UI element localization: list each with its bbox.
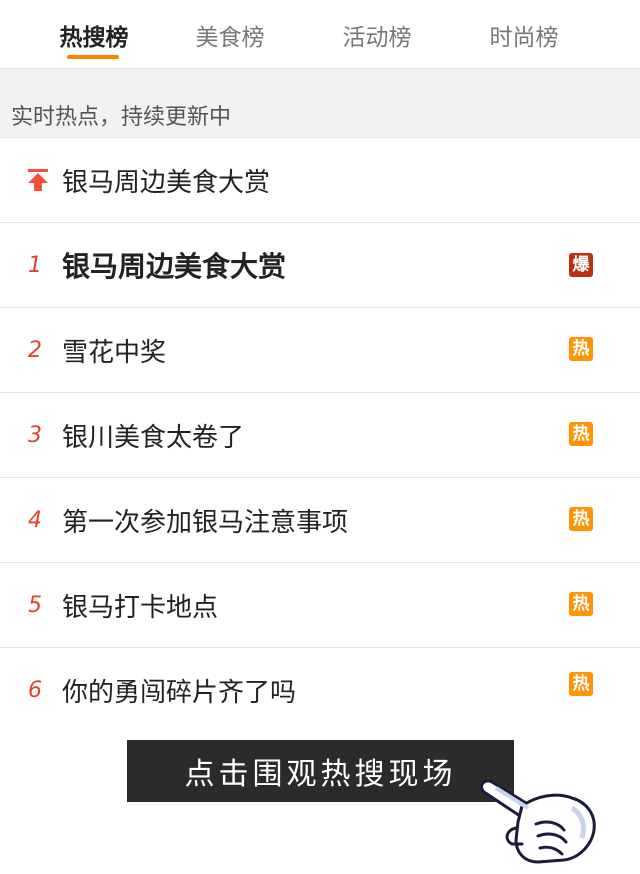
active-tab-indicator xyxy=(67,55,119,59)
item-title: 银马周边美食大赏 xyxy=(62,250,287,283)
pinned-item[interactable]: 银马周边美食大赏 xyxy=(0,138,640,223)
view-hot-search-button[interactable]: 点击围观热搜现场 xyxy=(127,740,514,802)
tab-hot-search[interactable]: 热搜榜 xyxy=(54,18,134,54)
list-item[interactable]: 4 第一次参加银马注意事项 热 xyxy=(0,478,640,563)
list-item[interactable]: 1 银马周边美食大赏 爆 xyxy=(0,223,640,308)
list-item[interactable]: 6 你的勇闯碎片齐了吗 热 xyxy=(0,648,640,733)
explosive-badge: 爆 xyxy=(569,253,593,277)
rank-number: 5 xyxy=(28,592,42,618)
tab-events[interactable]: 活动榜 xyxy=(337,18,417,54)
tab-food[interactable]: 美食榜 xyxy=(190,18,270,54)
list-subheader: 实时热点，持续更新中 xyxy=(0,68,640,138)
item-title: 雪花中奖 xyxy=(62,337,167,368)
tab-bar: 热搜榜 美食榜 活动榜 时尚榜 xyxy=(0,0,640,68)
subheader-text: 实时热点，持续更新中 xyxy=(11,105,232,130)
list-item[interactable]: 2 雪花中奖 热 xyxy=(0,308,640,393)
rank-number: 3 xyxy=(28,422,42,448)
rank-number: 1 xyxy=(28,252,42,278)
rank-number: 6 xyxy=(28,678,42,703)
hot-badge: 热 xyxy=(569,672,593,696)
hot-badge: 热 xyxy=(569,507,593,531)
item-title: 银川美食太卷了 xyxy=(62,422,245,453)
pinned-item-title: 银马周边美食大赏 xyxy=(62,167,271,198)
list-item[interactable]: 3 银川美食太卷了 热 xyxy=(0,393,640,478)
hot-badge: 热 xyxy=(569,422,593,446)
hot-badge: 热 xyxy=(569,592,593,616)
item-title: 银马打卡地点 xyxy=(62,592,219,623)
cta-label: 点击围观热搜现场 xyxy=(184,757,457,792)
list-item[interactable]: 5 银马打卡地点 热 xyxy=(0,563,640,648)
hot-badge: 热 xyxy=(569,337,593,361)
item-title: 第一次参加银马注意事项 xyxy=(62,507,349,538)
item-title: 你的勇闯碎片齐了吗 xyxy=(62,678,297,708)
pin-top-arrow-icon xyxy=(27,138,49,222)
pointing-hand-icon xyxy=(476,778,606,870)
tab-fashion[interactable]: 时尚榜 xyxy=(484,18,564,54)
rank-number: 2 xyxy=(28,337,42,363)
rank-number: 4 xyxy=(28,507,42,533)
